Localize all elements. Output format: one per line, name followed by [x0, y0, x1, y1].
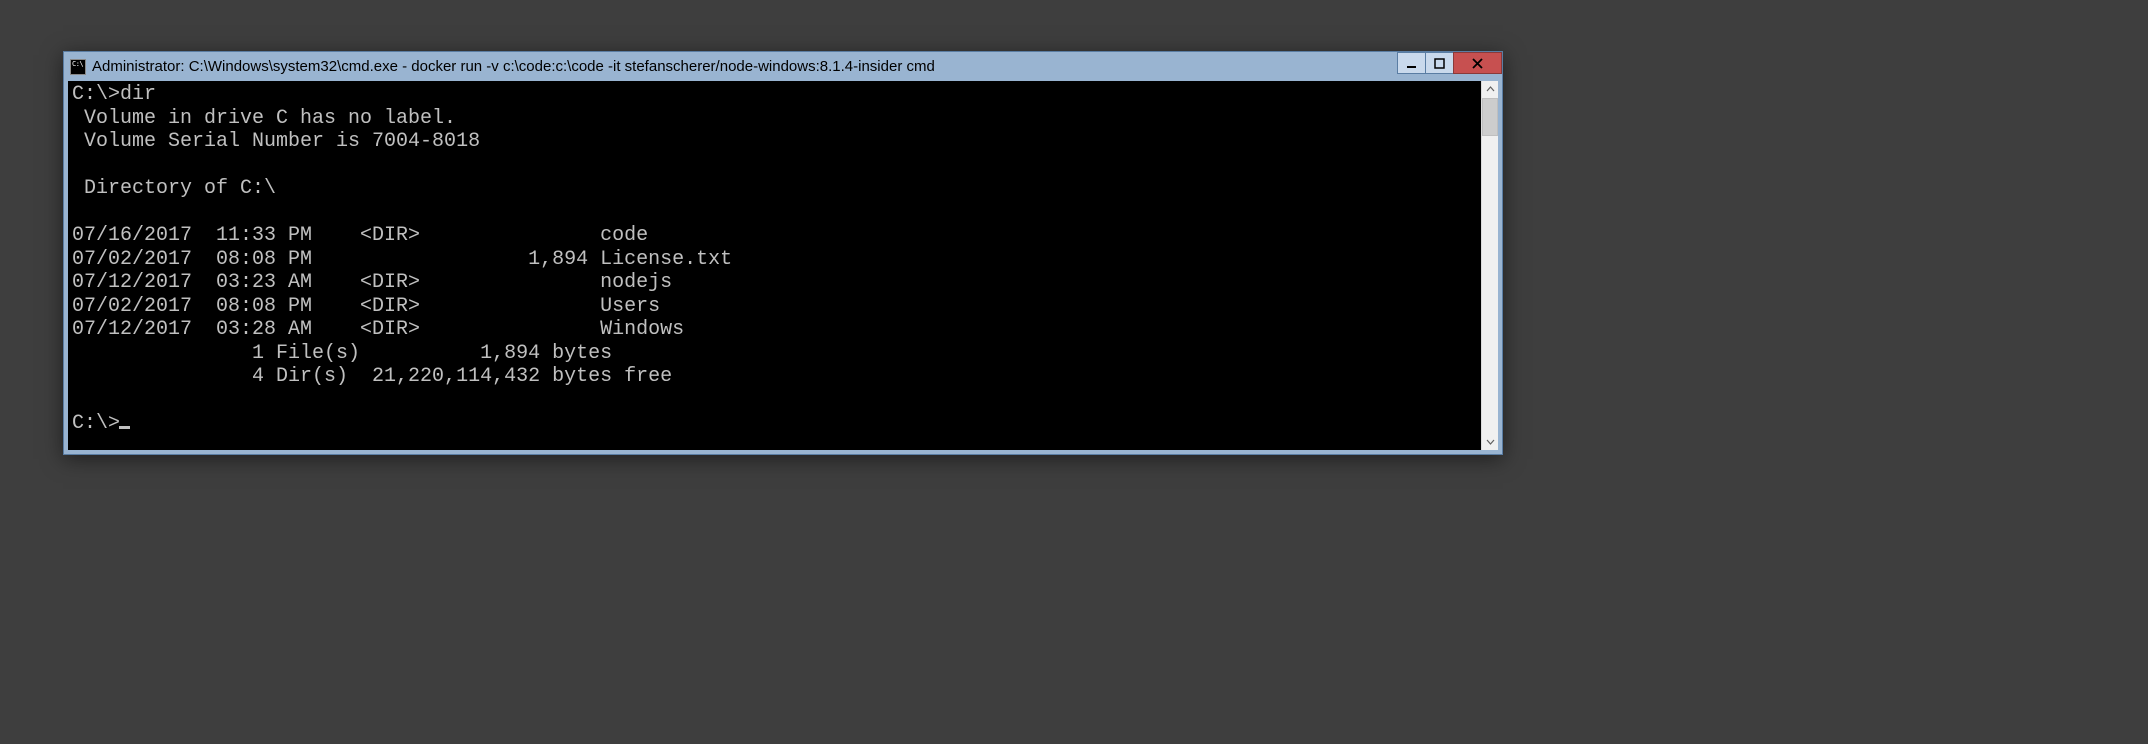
window-controls — [1398, 52, 1502, 74]
dir-entry: 07/02/2017 08:08 PM 1,894 License.txt — [72, 248, 1477, 272]
scroll-up-button[interactable] — [1482, 81, 1498, 98]
scroll-track[interactable] — [1482, 98, 1498, 433]
terminal-line — [72, 201, 1477, 225]
minimize-button[interactable] — [1397, 52, 1426, 74]
prompt: C:\> — [72, 412, 120, 435]
chevron-up-icon — [1486, 85, 1495, 94]
titlebar[interactable]: C:\ Administrator: C:\Windows\system32\c… — [64, 52, 1502, 81]
cmd-icon: C:\ — [70, 59, 86, 75]
terminal-line: 1 File(s) 1,894 bytes — [72, 342, 1477, 366]
chevron-down-icon — [1486, 437, 1495, 446]
terminal-line: C:\>dir — [72, 83, 1477, 107]
prompt: C:\> — [72, 83, 120, 106]
close-icon — [1472, 58, 1483, 69]
maximize-icon — [1434, 58, 1445, 69]
terminal-content[interactable]: C:\>dir Volume in drive C has no label. … — [68, 81, 1481, 450]
command: dir — [120, 83, 156, 106]
terminal-line: Volume Serial Number is 7004-8018 — [72, 130, 1477, 154]
close-button[interactable] — [1453, 52, 1502, 74]
terminal-line — [72, 389, 1477, 413]
minimize-icon — [1406, 58, 1417, 69]
terminal-line: C:\> — [72, 412, 1477, 436]
window-title: Administrator: C:\Windows\system32\cmd.e… — [92, 52, 935, 81]
cursor-icon — [119, 426, 130, 429]
maximize-button[interactable] — [1425, 52, 1454, 74]
dir-entry: 07/12/2017 03:28 AM <DIR> Windows — [72, 318, 1477, 342]
terminal-line: Volume in drive C has no label. — [72, 107, 1477, 131]
scroll-down-button[interactable] — [1482, 433, 1498, 450]
scroll-thumb[interactable] — [1482, 98, 1498, 136]
terminal-area: C:\>dir Volume in drive C has no label. … — [68, 81, 1498, 450]
cmd-icon-label: C:\ — [72, 61, 83, 68]
vertical-scrollbar[interactable] — [1481, 81, 1498, 450]
terminal-line: Directory of C:\ — [72, 177, 1477, 201]
dir-entry: 07/12/2017 03:23 AM <DIR> nodejs — [72, 271, 1477, 295]
terminal-line — [72, 154, 1477, 178]
cmd-window: C:\ Administrator: C:\Windows\system32\c… — [63, 51, 1503, 455]
dir-entry: 07/02/2017 08:08 PM <DIR> Users — [72, 295, 1477, 319]
terminal-line: 4 Dir(s) 21,220,114,432 bytes free — [72, 365, 1477, 389]
dir-entry: 07/16/2017 11:33 PM <DIR> code — [72, 224, 1477, 248]
